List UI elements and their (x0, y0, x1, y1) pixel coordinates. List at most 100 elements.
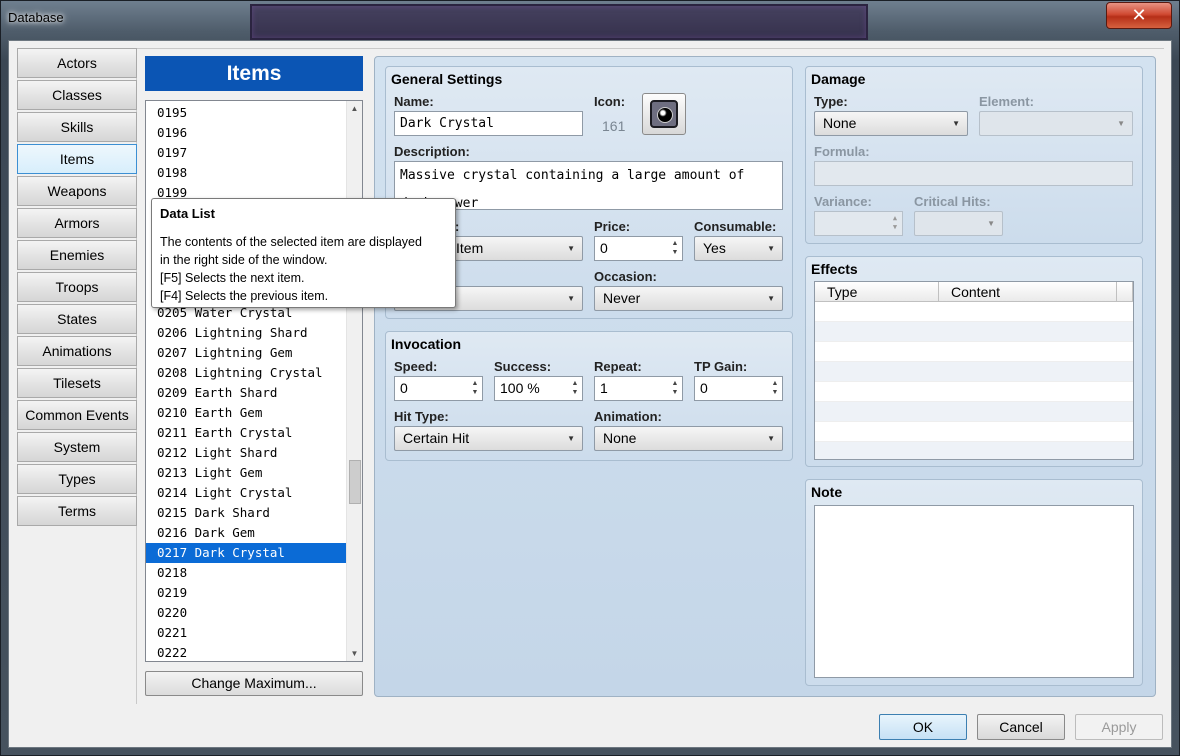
scroll-up-icon[interactable]: ▲ (347, 101, 362, 116)
apply-button[interactable]: Apply (1075, 714, 1163, 740)
category-tilesets[interactable]: Tilesets (17, 368, 137, 398)
list-item[interactable]: 0217 Dark Crystal (146, 543, 348, 563)
element-select[interactable]: ▼ (979, 111, 1133, 136)
cancel-button[interactable]: Cancel (977, 714, 1065, 740)
item-type-value: Item (456, 240, 484, 256)
category-system[interactable]: System (17, 432, 137, 462)
animation-value: None (603, 430, 637, 446)
hit-type-select[interactable]: Certain Hit ▼ (394, 426, 583, 451)
occasion-label: Occasion: (594, 269, 657, 284)
consumable-select[interactable]: Yes ▼ (694, 236, 783, 261)
spinner-icon[interactable]: ▲ ▼ (470, 379, 480, 397)
occasion-select[interactable]: Never ▼ (594, 286, 783, 311)
chevron-down-icon: ▼ (767, 244, 775, 253)
list-item[interactable]: 0221 (146, 623, 348, 643)
category-classes[interactable]: Classes (17, 80, 137, 110)
list-item[interactable]: 0219 (146, 583, 348, 603)
effects-row[interactable] (815, 442, 1133, 459)
scroll-down-icon[interactable]: ▼ (347, 646, 362, 661)
list-item[interactable]: 0207 Lightning Gem (146, 343, 348, 363)
category-skills[interactable]: Skills (17, 112, 137, 142)
animation-select[interactable]: None ▼ (594, 426, 783, 451)
category-enemies[interactable]: Enemies (17, 240, 137, 270)
list-item[interactable]: 0197 (146, 143, 348, 163)
list-item[interactable]: 0215 Dark Shard (146, 503, 348, 523)
list-item[interactable]: 0216 Dark Gem (146, 523, 348, 543)
list-item[interactable]: 0195 (146, 103, 348, 123)
icon-label: Icon: (594, 94, 626, 109)
variance-label: Variance: (814, 194, 872, 209)
category-terms[interactable]: Terms (17, 496, 137, 526)
spinner-icon[interactable]: ▲ ▼ (670, 379, 680, 397)
speed-field[interactable]: 0 ▲ ▼ (394, 376, 483, 401)
damage-type-select[interactable]: None ▼ (814, 111, 968, 136)
category-states[interactable]: States (17, 304, 137, 334)
price-field[interactable]: 0 ▲ ▼ (594, 236, 683, 261)
animation-label: Animation: (594, 409, 662, 424)
list-item[interactable]: 0209 Earth Shard (146, 383, 348, 403)
spinner-icon[interactable]: ▲ ▼ (570, 379, 580, 397)
spinner-icon[interactable]: ▲ ▼ (770, 379, 780, 397)
note-field[interactable] (814, 505, 1134, 678)
list-item[interactable]: 0210 Earth Gem (146, 403, 348, 423)
list-scrollbar[interactable]: ▲ ▼ (346, 101, 362, 661)
effects-col-content[interactable]: Content (939, 282, 1117, 302)
formula-field[interactable] (814, 161, 1133, 186)
scroll-thumb[interactable] (349, 460, 361, 504)
chevron-down-icon: ▼ (567, 434, 575, 443)
list-item[interactable]: 0214 Light Crystal (146, 483, 348, 503)
category-troops[interactable]: Troops (17, 272, 137, 302)
icon-picker[interactable] (642, 93, 686, 135)
list-item[interactable]: 0211 Earth Crystal (146, 423, 348, 443)
category-common-events[interactable]: Common Events (17, 400, 137, 430)
list-item[interactable]: 0208 Lightning Crystal (146, 363, 348, 383)
success-field[interactable]: 100 % ▲ ▼ (494, 376, 583, 401)
consumable-label: Consumable: (694, 219, 777, 234)
effects-table[interactable]: Type Content (814, 281, 1134, 460)
chevron-down-icon: ▼ (987, 219, 995, 228)
list-item[interactable]: 0220 (146, 603, 348, 623)
consumable-value: Yes (703, 240, 726, 256)
name-field[interactable]: Dark Crystal (394, 111, 583, 136)
category-animations[interactable]: Animations (17, 336, 137, 366)
effects-row[interactable] (815, 342, 1133, 362)
category-items[interactable]: Items (17, 144, 137, 174)
list-item[interactable]: 0198 (146, 163, 348, 183)
price-value: 0 (600, 240, 608, 256)
effects-row[interactable] (815, 402, 1133, 422)
item-list[interactable]: 0195019601970198019902000201020202030204… (145, 100, 363, 662)
tp-gain-label: TP Gain: (694, 359, 748, 374)
critical-hits-select[interactable]: ▼ (914, 211, 1003, 236)
effects-row[interactable] (815, 362, 1133, 382)
category-actors[interactable]: Actors (17, 48, 137, 78)
list-item[interactable]: 0218 (146, 563, 348, 583)
hit-type-label: Hit Type: (394, 409, 449, 424)
list-item[interactable]: 0196 (146, 123, 348, 143)
tooltip-line: [F4] Selects the previous item. (160, 289, 329, 303)
category-weapons[interactable]: Weapons (17, 176, 137, 206)
effects-row[interactable] (815, 302, 1133, 322)
spinner-icon[interactable]: ▲ ▼ (670, 239, 680, 257)
effects-row[interactable] (815, 422, 1133, 442)
list-item[interactable]: 0213 Light Gem (146, 463, 348, 483)
list-item[interactable]: 0212 Light Shard (146, 443, 348, 463)
success-label: Success: (494, 359, 552, 374)
repeat-field[interactable]: 1 ▲ ▼ (594, 376, 683, 401)
change-maximum-button[interactable]: Change Maximum... (145, 671, 363, 696)
category-types[interactable]: Types (17, 464, 137, 494)
close-icon: ✕ (1131, 5, 1147, 25)
list-item[interactable]: 0206 Lightning Shard (146, 323, 348, 343)
effects-row[interactable] (815, 382, 1133, 402)
close-button[interactable]: ✕ (1106, 2, 1172, 29)
list-item[interactable]: 0222 (146, 643, 348, 661)
tooltip-line: in the right side of the window. (160, 253, 328, 267)
formula-label: Formula: (814, 144, 870, 159)
effects-col-type[interactable]: Type (815, 282, 939, 302)
effects-row[interactable] (815, 322, 1133, 342)
spinner-icon[interactable]: ▲ ▼ (890, 214, 900, 232)
variance-field[interactable]: ▲ ▼ (814, 211, 903, 236)
category-armors[interactable]: Armors (17, 208, 137, 238)
speed-value: 0 (400, 380, 408, 396)
ok-button[interactable]: OK (879, 714, 967, 740)
tp-gain-field[interactable]: 0 ▲ ▼ (694, 376, 783, 401)
